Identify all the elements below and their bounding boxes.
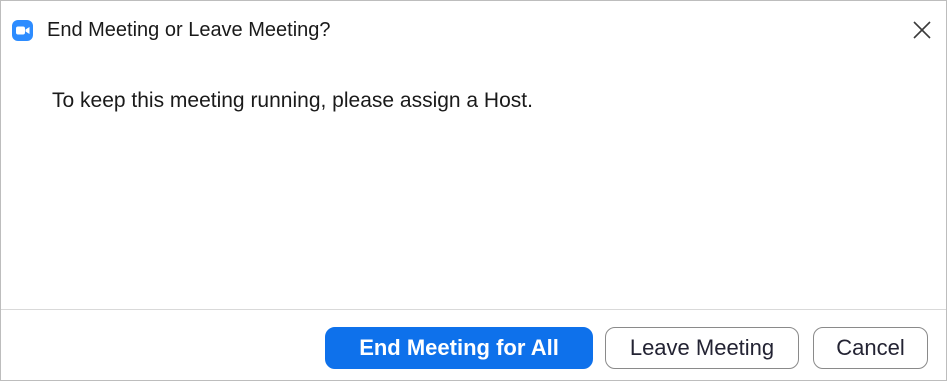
footer-divider (1, 309, 946, 310)
cancel-button[interactable]: Cancel (813, 327, 928, 369)
zoom-camera-icon (12, 20, 33, 41)
end-meeting-for-all-button[interactable]: End Meeting for All (325, 327, 593, 369)
dialog-message: To keep this meeting running, please ass… (52, 89, 533, 112)
close-icon[interactable] (909, 17, 935, 43)
title-bar: End Meeting or Leave Meeting? (1, 1, 946, 59)
window-title: End Meeting or Leave Meeting? (47, 19, 331, 41)
end-meeting-dialog: End Meeting or Leave Meeting? To keep th… (0, 0, 947, 381)
leave-meeting-button[interactable]: Leave Meeting (605, 327, 799, 369)
